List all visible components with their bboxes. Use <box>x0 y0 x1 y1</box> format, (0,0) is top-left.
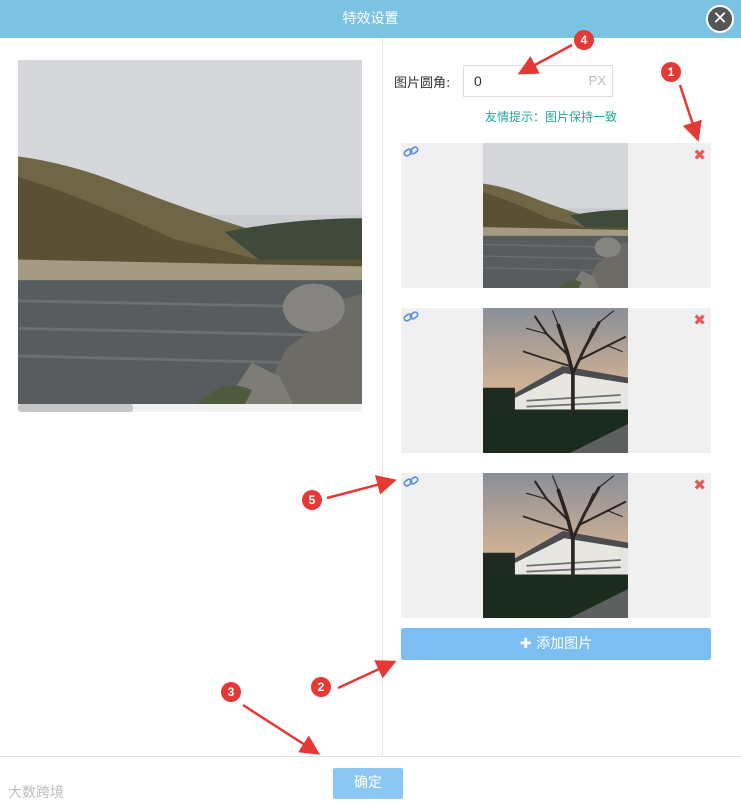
annotation-badge-4: 4 <box>574 30 594 50</box>
annotation-arrows <box>242 43 702 755</box>
watermark-text: 大数跨境 <box>8 785 64 801</box>
annotation-badge-3: 3 <box>221 682 241 702</box>
annotation-badge-2: 2 <box>311 677 331 697</box>
annotation-badge-5: 5 <box>302 490 322 510</box>
watermark: 大数跨境 <box>8 782 64 802</box>
annotation-badge-1: 1 <box>661 62 681 82</box>
effects-settings-dialog: 特效设置 ✕ 图片圆角: PX 友情提示：图片保持一致 ✖ <box>0 0 741 806</box>
